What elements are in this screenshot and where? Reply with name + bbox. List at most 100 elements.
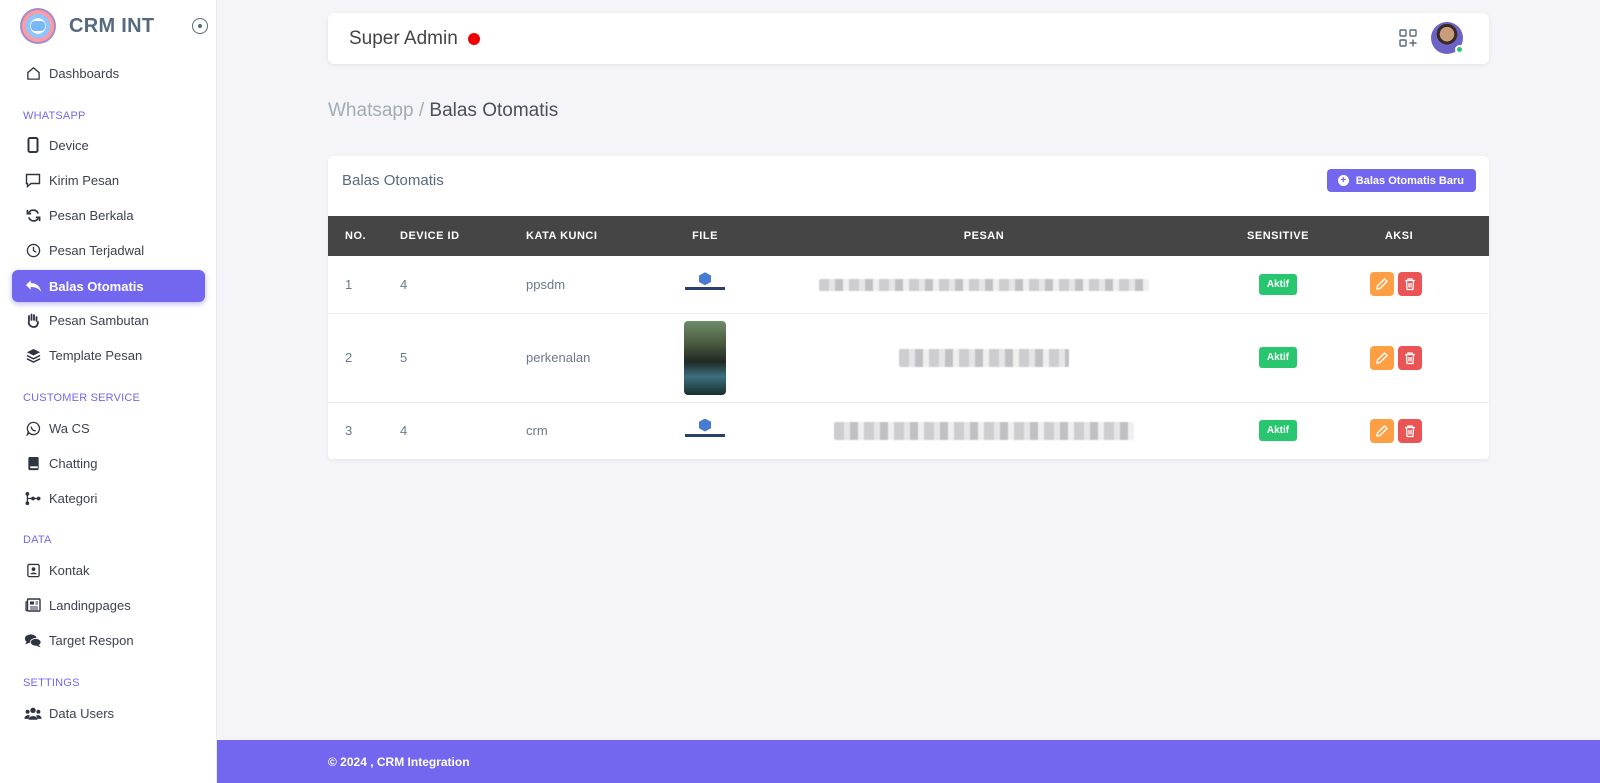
- table-row: 2 5 perkenalan Aktif: [328, 313, 1489, 403]
- sidebar-item-label: Kontak: [49, 562, 90, 578]
- column-header-no[interactable]: NO.: [328, 216, 400, 256]
- sidebar-toggle-icon[interactable]: [192, 18, 208, 34]
- sidebar-item-pesan-sambutan[interactable]: Pesan Sambutan: [12, 304, 205, 336]
- layers-icon: [24, 346, 42, 364]
- sidebar-item-label: Device: [49, 137, 89, 153]
- pencil-icon: [1375, 424, 1388, 437]
- auto-reply-table: NO. DEVICE ID KATA KUNCI FILE PESAN SENS…: [328, 216, 1489, 460]
- add-auto-reply-button[interactable]: + Balas Otomatis Baru: [1326, 169, 1476, 192]
- clock-icon: [24, 241, 42, 259]
- sidebar-item-chatting[interactable]: Chatting: [12, 447, 205, 479]
- breadcrumb-current: Balas Otomatis: [429, 100, 559, 121]
- delete-button[interactable]: [1397, 345, 1422, 370]
- delete-button[interactable]: [1397, 272, 1422, 297]
- cell-device-id: 4: [400, 256, 526, 314]
- cell-sensitive: Aktif: [1214, 402, 1342, 460]
- edit-button[interactable]: [1369, 418, 1394, 443]
- blurred-message: [819, 279, 1149, 292]
- sidebar-item-label: Template Pesan: [49, 347, 143, 363]
- cell-file: [656, 402, 754, 460]
- sidebar-item-template-pesan[interactable]: Template Pesan: [12, 339, 205, 371]
- cell-no: 1: [328, 256, 400, 314]
- address-book-icon: [24, 561, 42, 579]
- blurred-message: [899, 348, 1069, 367]
- reply-all-icon: [24, 277, 42, 295]
- edit-button[interactable]: [1369, 345, 1394, 370]
- cell-no: 3: [328, 402, 400, 460]
- sidebar-item-label: Kirim Pesan: [49, 172, 120, 188]
- column-header-keyword[interactable]: KATA KUNCI: [526, 216, 656, 256]
- sidebar-item-landingpages[interactable]: Landingpages: [12, 589, 205, 621]
- sidebar-item-kategori[interactable]: Kategori: [12, 482, 205, 514]
- blurred-message: [834, 421, 1134, 440]
- sidebar-item-label: Kategori: [49, 490, 98, 506]
- message-icon: [24, 171, 42, 189]
- status-badge: Aktif: [1258, 347, 1298, 368]
- sidebar-item-label: Data Users: [49, 705, 115, 721]
- pencil-icon: [1375, 278, 1388, 291]
- sidebar-item-wa-cs[interactable]: Wa CS: [12, 412, 205, 444]
- apps-grid-icon[interactable]: [1399, 29, 1417, 47]
- card-title: Balas Otomatis: [342, 172, 444, 189]
- waving-hand-icon: [24, 311, 42, 329]
- column-header-device-id[interactable]: DEVICE ID: [400, 216, 526, 256]
- sidebar-item-device[interactable]: Device: [12, 129, 205, 161]
- cell-actions: [1342, 313, 1489, 403]
- cell-message-blurred: [754, 313, 1214, 403]
- crm-integration-logo-thumbnail[interactable]: [685, 272, 725, 296]
- section-header-settings: SETTINGS: [23, 677, 80, 689]
- cell-no: 2: [328, 313, 400, 403]
- sitemap-icon: [24, 489, 42, 507]
- top-navbar: Super Admin: [328, 13, 1489, 64]
- sidebar-item-kontak[interactable]: Kontak: [12, 554, 205, 586]
- sidebar-item-label: Landingpages: [49, 597, 131, 613]
- brand[interactable]: CRM INT: [0, 0, 216, 52]
- column-header-file[interactable]: FILE: [656, 216, 754, 256]
- sidebar-item-balas-otomatis[interactable]: Balas Otomatis: [12, 270, 205, 302]
- comments-icon: [24, 631, 42, 649]
- section-header-customer-service: CUSTOMER SERVICE: [23, 392, 141, 404]
- page-user-title: Super Admin: [349, 27, 458, 49]
- sidebar-item-target-respon[interactable]: Target Respon: [12, 624, 205, 656]
- column-header-actions: AKSI: [1384, 230, 1414, 242]
- edit-button[interactable]: [1369, 272, 1394, 297]
- add-button-label: Balas Otomatis Baru: [1355, 174, 1464, 187]
- sidebar-item-label: Target Respon: [49, 632, 134, 648]
- section-header-whatsapp: WHATSAPP: [23, 110, 86, 122]
- newspaper-icon: [24, 596, 42, 614]
- sidebar-item-pesan-terjadwal[interactable]: Pesan Terjadwal: [12, 234, 205, 266]
- sidebar-item-kirim-pesan[interactable]: Kirim Pesan: [12, 164, 205, 196]
- online-status-dot: [1455, 45, 1464, 54]
- home-icon: [24, 64, 42, 82]
- crm-integration-logo-thumbnail[interactable]: [685, 418, 725, 443]
- copyright-text: © 2024 , CRM Integration: [328, 755, 470, 769]
- sidebar-item-label: Dashboards: [49, 65, 120, 81]
- cell-file: [656, 256, 754, 314]
- phone-icon: [24, 136, 42, 154]
- trash-icon: [1404, 424, 1415, 437]
- cell-message-blurred: [754, 402, 1214, 460]
- sidebar: CRM INT Dashboards WHATSAPP Device Kirim…: [0, 0, 217, 783]
- section-header-data: DATA: [23, 534, 52, 546]
- cell-device-id: 5: [400, 313, 526, 403]
- cell-keyword: crm: [526, 402, 656, 460]
- sidebar-item-data-users[interactable]: Data Users: [12, 697, 205, 729]
- breadcrumb-parent[interactable]: Whatsapp /: [328, 100, 424, 121]
- sidebar-item-label: Wa CS: [49, 420, 90, 436]
- cell-sensitive: Aktif: [1214, 313, 1342, 403]
- status-badge: Aktif: [1258, 420, 1298, 441]
- avatar[interactable]: [1431, 22, 1464, 54]
- cell-device-id: 4: [400, 402, 526, 460]
- sidebar-item-dashboards[interactable]: Dashboards: [12, 57, 205, 89]
- cell-message-blurred: [754, 256, 1214, 314]
- column-header-sensitive[interactable]: SENSITIVE: [1214, 216, 1342, 256]
- column-header-message[interactable]: PESAN: [754, 216, 1214, 256]
- trash-icon: [1404, 351, 1415, 364]
- sidebar-item-label: Pesan Berkala: [49, 207, 134, 223]
- sidebar-item-pesan-berkala[interactable]: Pesan Berkala: [12, 199, 205, 231]
- sidebar-item-label: Chatting: [49, 455, 98, 471]
- photo-thumbnail[interactable]: [684, 320, 726, 395]
- plus-circle-icon: +: [1337, 175, 1349, 186]
- delete-button[interactable]: [1397, 418, 1422, 443]
- cell-keyword: ppsdm: [526, 256, 656, 314]
